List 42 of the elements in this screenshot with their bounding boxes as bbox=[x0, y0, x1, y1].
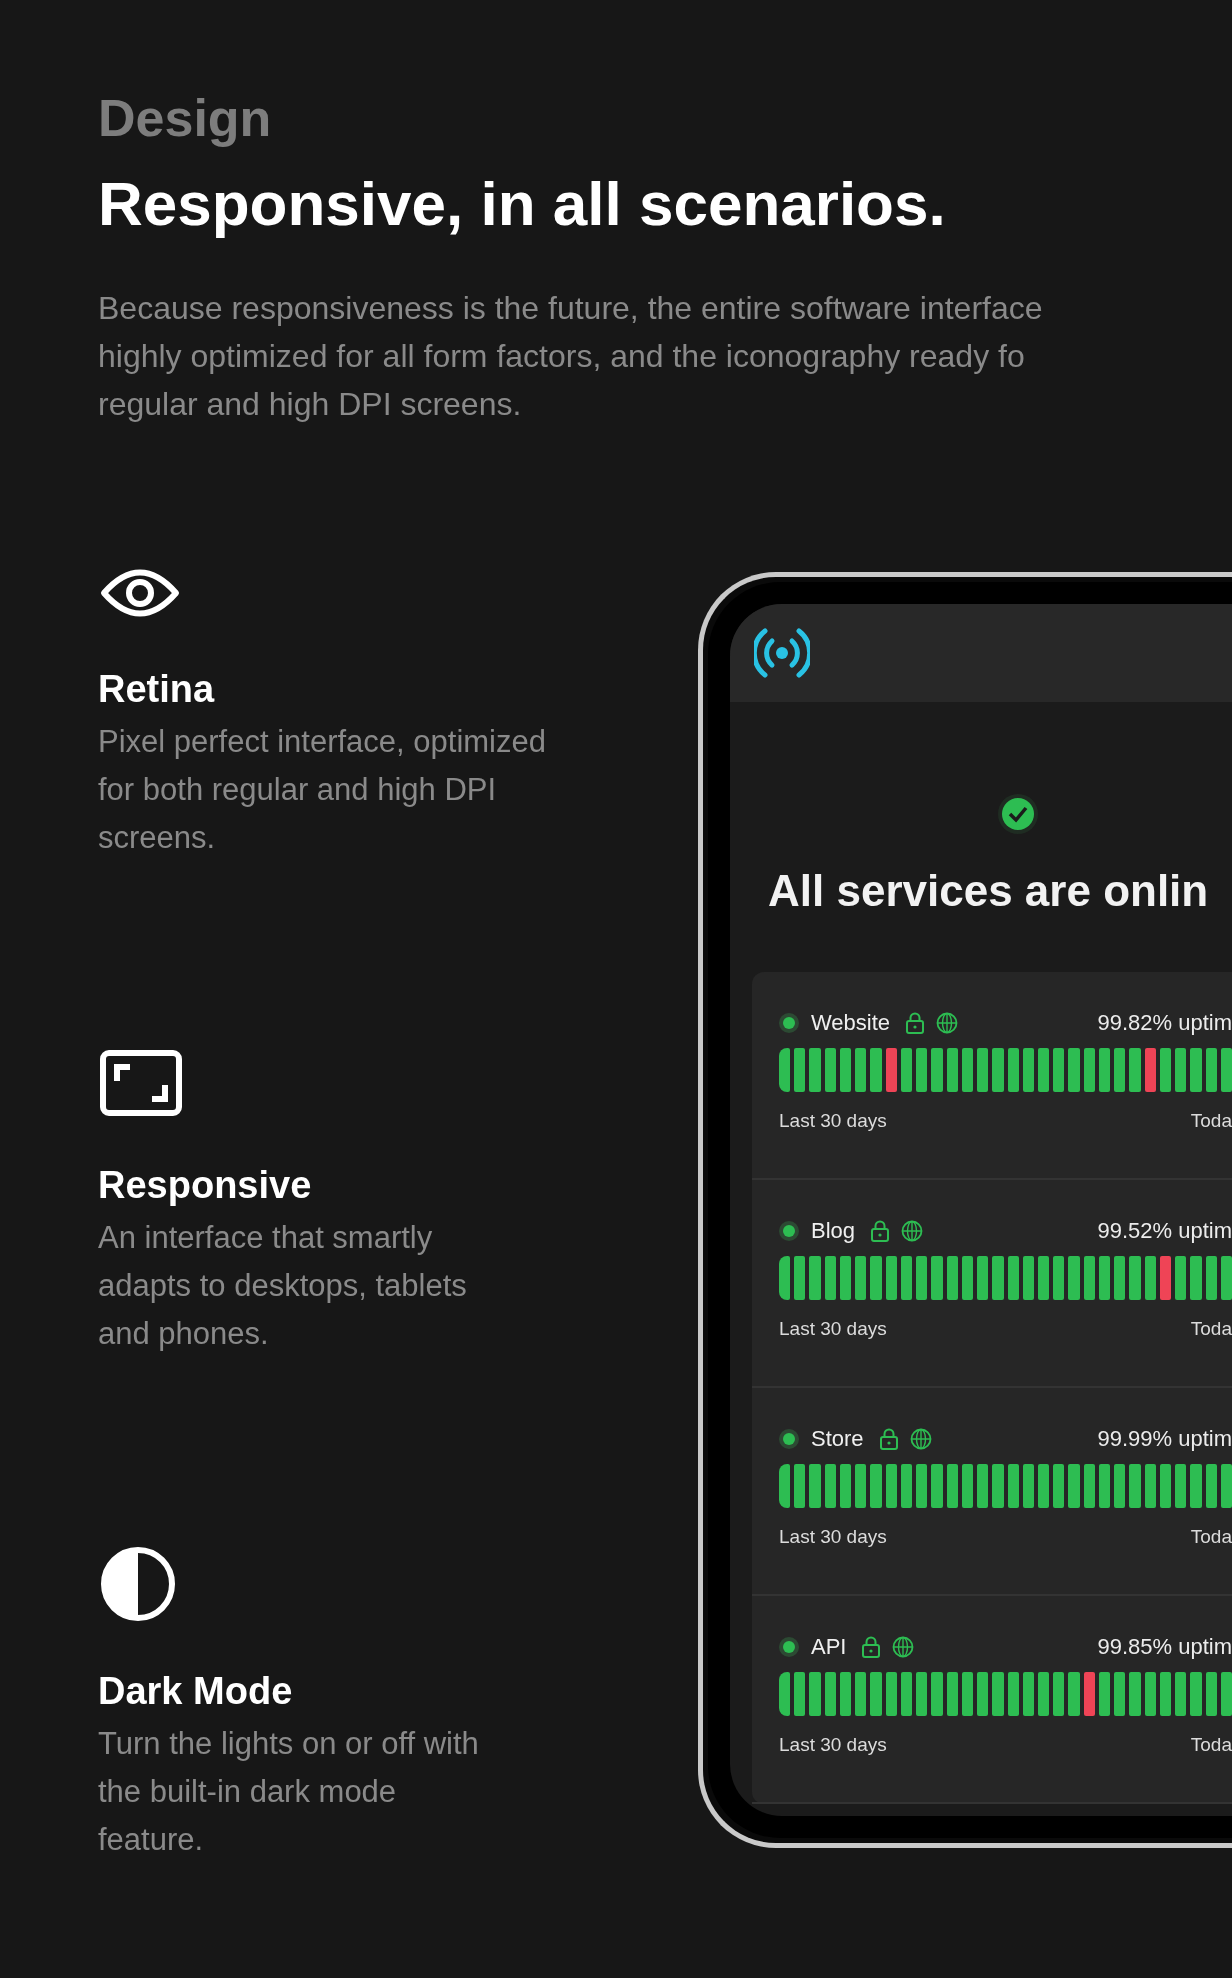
intro-paragraph: Because responsiveness is the future, the entire software interface highly optimized for all form factors, and the iconography ready fo regular and high DPI screens. bbox=[98, 289, 1044, 424]
uptime-value: 99.52% uptim bbox=[1097, 1218, 1232, 1244]
feature-title: Retina bbox=[98, 667, 215, 712]
lock-icon bbox=[879, 1428, 898, 1450]
uptime-value: 99.85% uptim bbox=[1097, 1634, 1232, 1660]
broadcast-icon bbox=[754, 627, 810, 679]
range-end-label: Toda bbox=[1190, 1734, 1232, 1756]
feature-description: Pixel perfect interface, optimized for both regular and high DPI screens. bbox=[98, 723, 546, 857]
range-end-label: Toda bbox=[1190, 1526, 1232, 1548]
check-circle-icon bbox=[998, 794, 1038, 834]
feature-title: Responsive bbox=[98, 1163, 312, 1208]
feature-title: Dark Mode bbox=[98, 1669, 293, 1714]
service-name: Website bbox=[811, 1010, 891, 1036]
section-eyebrow: Design bbox=[98, 88, 273, 149]
range-start-label: Last 30 days bbox=[779, 1526, 887, 1548]
feature-description: An interface that smartly adapts to desktops, tablets and phones. bbox=[98, 1219, 467, 1353]
status-dot-icon bbox=[779, 1637, 799, 1657]
status-dot-icon bbox=[779, 1221, 799, 1241]
feature-description: Turn the lights on or off with the built-in dark mode feature. bbox=[98, 1725, 479, 1859]
range-end-label: Toda bbox=[1190, 1110, 1232, 1132]
service-name: API bbox=[811, 1634, 847, 1660]
resize-frame-icon bbox=[100, 1050, 182, 1116]
service-name: Blog bbox=[811, 1218, 856, 1244]
range-start-label: Last 30 days bbox=[779, 1734, 887, 1756]
status-headline: All services are onlin bbox=[768, 866, 1210, 916]
service-name: Store bbox=[811, 1426, 864, 1452]
status-dot-icon bbox=[779, 1013, 799, 1033]
range-start-label: Last 30 days bbox=[779, 1318, 887, 1340]
uptime-value: 99.99% uptim bbox=[1097, 1426, 1232, 1452]
contrast-icon bbox=[100, 1546, 176, 1622]
range-end-label: Toda bbox=[1190, 1318, 1232, 1340]
section-title: Responsive, in all scenarios. bbox=[98, 168, 947, 240]
range-start-label: Last 30 days bbox=[779, 1110, 887, 1132]
globe-icon bbox=[892, 1636, 915, 1658]
uptime-value: 99.82% uptim bbox=[1097, 1010, 1232, 1036]
lock-icon bbox=[862, 1636, 881, 1658]
globe-icon bbox=[909, 1428, 932, 1450]
globe-icon bbox=[936, 1012, 959, 1034]
globe-icon bbox=[901, 1220, 924, 1242]
status-dot-icon bbox=[779, 1429, 799, 1449]
lock-icon bbox=[871, 1220, 890, 1242]
lock-icon bbox=[906, 1012, 925, 1034]
